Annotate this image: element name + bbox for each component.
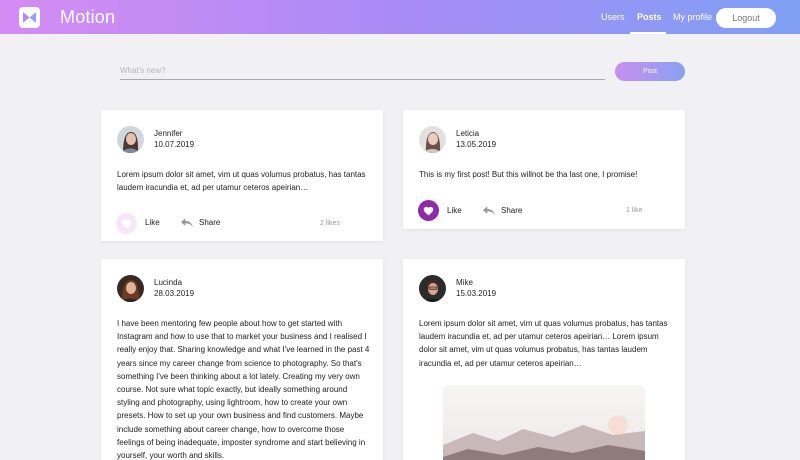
heart-icon xyxy=(423,206,434,216)
like-button[interactable] xyxy=(116,213,137,234)
active-tab-indicator xyxy=(630,32,666,34)
share-arrow-icon[interactable] xyxy=(483,206,495,216)
motion-logo-icon[interactable] xyxy=(19,7,40,28)
post-date: 28.03.2019 xyxy=(154,289,195,298)
logout-button[interactable]: Logout xyxy=(716,8,776,28)
likes-count: 1 like xyxy=(626,207,643,214)
nav-posts-link[interactable]: Posts xyxy=(637,12,662,22)
post-date: 13.05.2019 xyxy=(456,140,497,149)
post-author[interactable]: Leticia xyxy=(456,129,479,138)
share-arrow-icon[interactable] xyxy=(181,218,193,228)
like-button[interactable] xyxy=(418,200,439,221)
post-text: Lorem ipsum dolor sit amet, vim ut quas … xyxy=(117,170,366,193)
post-author[interactable]: Lucinda xyxy=(154,278,182,287)
likes-count: 2 likes xyxy=(320,220,340,227)
brand-name[interactable]: Motion xyxy=(60,7,115,28)
post-text: I have been mentoring few people about h… xyxy=(117,319,370,460)
like-label[interactable]: Like xyxy=(447,206,462,215)
avatar[interactable] xyxy=(419,275,446,302)
post-text: Lorem ipsum dolor sit amet, vim ut quas … xyxy=(419,319,668,368)
avatar[interactable] xyxy=(419,126,446,153)
post-card: Mike 15.03.2019 Lorem ipsum dolor sit am… xyxy=(403,259,685,460)
post-card: Lucinda 28.03.2019 I have been mentoring… xyxy=(101,259,383,460)
heart-icon xyxy=(121,219,132,229)
new-post-input[interactable] xyxy=(120,62,605,80)
post-date: 15.03.2019 xyxy=(456,289,497,298)
post-author[interactable]: Jennifer xyxy=(154,129,182,138)
post-card: Jennifer 10.07.2019 Lorem ipsum dolor si… xyxy=(101,110,383,241)
avatar[interactable] xyxy=(117,126,144,153)
top-navigation-bar: Motion Users Posts My profile Logout xyxy=(0,0,800,34)
post-button[interactable]: Post xyxy=(615,62,685,81)
nav-users-link[interactable]: Users xyxy=(601,12,625,22)
post-author[interactable]: Mike xyxy=(456,278,473,287)
share-label[interactable]: Share xyxy=(501,206,522,215)
post-image[interactable] xyxy=(443,385,645,460)
post-card: Leticia 13.05.2019 This is my first post… xyxy=(403,110,685,229)
avatar[interactable] xyxy=(117,275,144,302)
share-label[interactable]: Share xyxy=(199,218,220,227)
post-date: 10.07.2019 xyxy=(154,140,195,149)
post-text: This is my first post! But this willnot … xyxy=(419,170,638,179)
nav-my-profile-link[interactable]: My profile xyxy=(673,12,712,22)
like-label[interactable]: Like xyxy=(145,218,160,227)
